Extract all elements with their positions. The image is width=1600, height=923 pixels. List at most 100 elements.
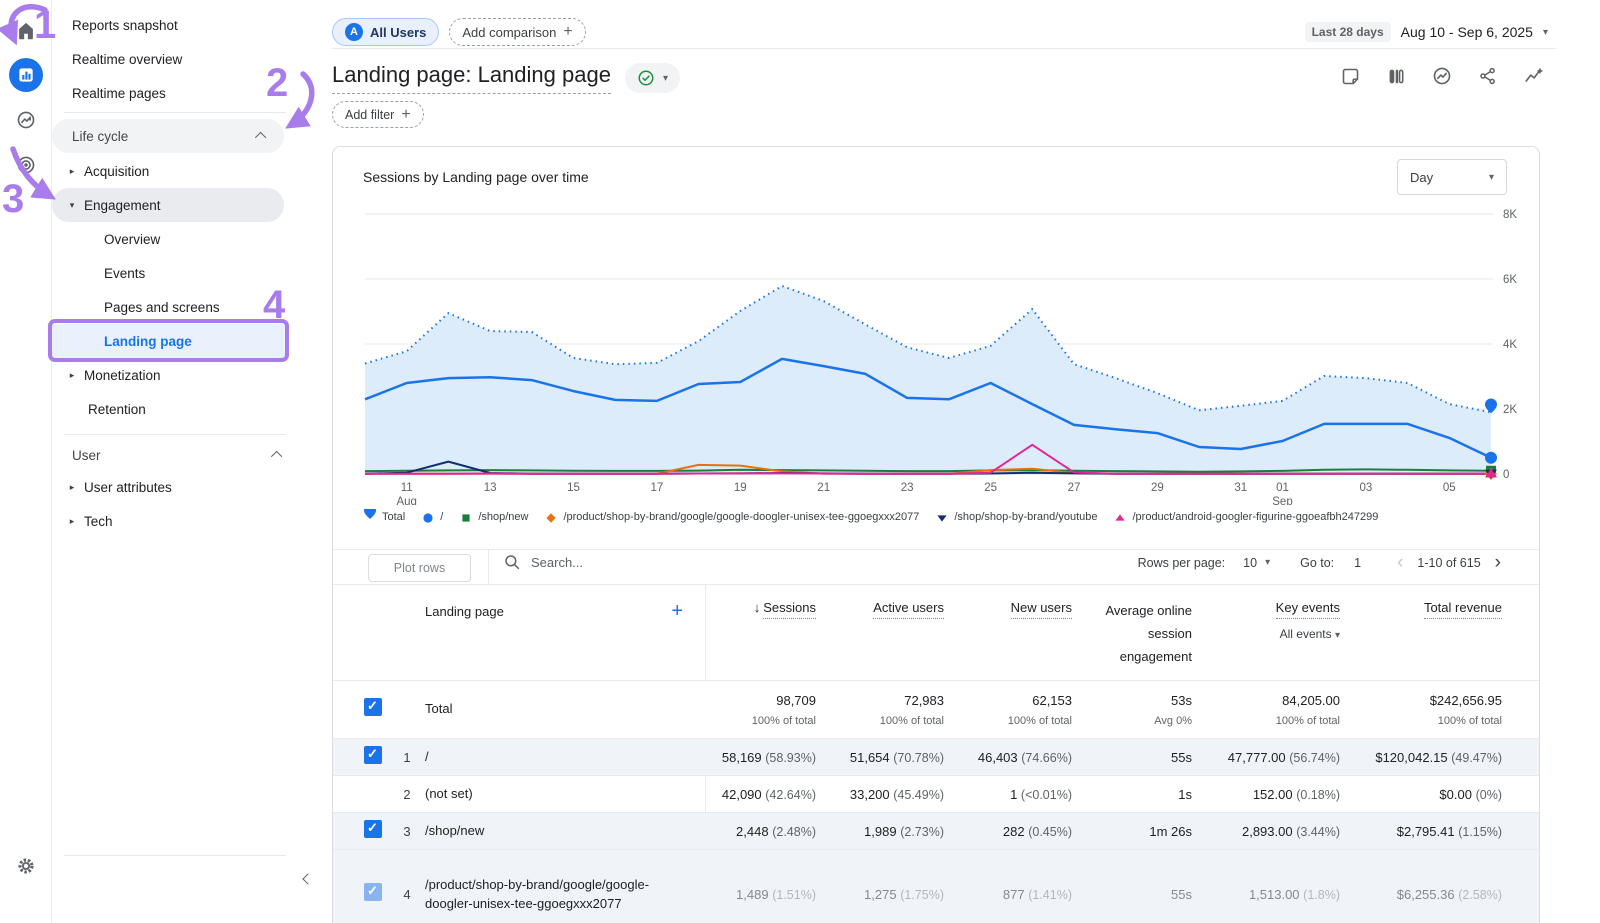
caret-down-icon: ▾ xyxy=(1543,27,1548,38)
date-range-picker[interactable]: Last 28 days Aug 10 - Sep 6, 2025 ▾ xyxy=(1305,22,1548,42)
metric-cell: 1,489 (1.51%) xyxy=(736,887,816,902)
column-header-total-revenue[interactable]: Total revenue xyxy=(1424,600,1502,619)
granularity-value: Day xyxy=(1410,170,1433,185)
home-icon[interactable] xyxy=(9,14,43,48)
divider xyxy=(333,549,1539,550)
sidebar-item-label: Overview xyxy=(104,232,160,247)
prev-page-icon[interactable]: ‹ xyxy=(1391,553,1409,572)
svg-text:23: 23 xyxy=(901,482,914,494)
metric-cell: 1m 26s xyxy=(1149,824,1192,839)
comparison-icon[interactable] xyxy=(1384,64,1408,88)
sidebar-item-pages-and-screens[interactable]: Pages and screens xyxy=(52,290,300,324)
legend-item: /product/android-googler-figurine-ggoeaf… xyxy=(1113,509,1378,525)
legend-item: /product/shop-by-brand/google/google-doo… xyxy=(544,509,919,525)
sidebar-item-landing-page[interactable]: Landing page xyxy=(52,324,288,358)
sidebar-item-reports-snapshot[interactable]: Reports snapshot xyxy=(52,8,300,42)
landing-page-cell: (not set) xyxy=(425,785,705,804)
date-preset-badge: Last 28 days xyxy=(1305,22,1391,42)
sidebar-item-label: User attributes xyxy=(84,480,172,495)
sidebar-item-monetization[interactable]: ▸ Monetization xyxy=(52,358,300,392)
add-dimension-icon[interactable]: + xyxy=(671,600,683,623)
legend-label: /shop/shop-by-brand/youtube xyxy=(954,511,1097,523)
collapse-arrow-icon[interactable]: ▾ xyxy=(64,200,80,211)
insights-icon[interactable] xyxy=(1430,64,1454,88)
goto-page-input[interactable]: 1 xyxy=(1354,556,1361,570)
ga4-landing-page-report: { "icons":{"caret_down":"▾","tri_right":… xyxy=(0,0,1600,923)
sessions-over-time-chart: 02K4K6K8K11Aug1315171921232527293101Sep0… xyxy=(361,205,1531,505)
key-events-filter[interactable]: All events ▾ xyxy=(1276,627,1340,641)
svg-text:6K: 6K xyxy=(1503,274,1517,286)
report-status-button[interactable]: ▾ xyxy=(625,63,680,93)
dimension-header-label[interactable]: Landing page xyxy=(425,604,504,619)
add-filter-button[interactable]: Add filter + xyxy=(332,101,424,128)
sidebar-section-life-cycle[interactable]: Life cycle xyxy=(52,119,284,153)
legend-marker-icon xyxy=(935,509,949,525)
collapse-sidebar-button[interactable] xyxy=(304,870,312,888)
share-icon[interactable] xyxy=(1476,64,1500,88)
explore-report-icon[interactable] xyxy=(1522,64,1546,88)
sidebar-item-user-attributes[interactable]: ▸ User attributes xyxy=(52,470,300,504)
all-users-chip[interactable]: A All Users xyxy=(332,18,439,46)
plot-rows-button[interactable]: Plot rows xyxy=(368,554,471,582)
admin-gear-icon[interactable] xyxy=(9,849,43,883)
legend-label: /shop/new xyxy=(478,511,528,523)
row-checkbox[interactable]: ✓ xyxy=(364,820,382,838)
expand-arrow-icon[interactable]: ▸ xyxy=(64,370,80,381)
chevron-left-icon xyxy=(302,873,313,884)
section-label: User xyxy=(72,448,101,463)
explore-icon[interactable] xyxy=(9,103,43,137)
plus-icon: + xyxy=(401,106,410,124)
svg-text:Sep: Sep xyxy=(1272,496,1292,505)
column-header-key-events[interactable]: Key events xyxy=(1276,600,1340,619)
column-header-avg-engagement[interactable]: Average online session engagement xyxy=(1100,600,1192,668)
chart-title: Sessions by Landing page over time xyxy=(363,169,589,185)
metric-cell: 282 (0.45%) xyxy=(1003,824,1072,839)
sidebar-item-realtime-pages[interactable]: Realtime pages xyxy=(52,76,300,110)
svg-text:21: 21 xyxy=(817,482,830,494)
column-header-sessions[interactable]: Sessions xyxy=(763,600,816,619)
expand-arrow-icon[interactable]: ▸ xyxy=(64,166,80,177)
totals-checkbox[interactable]: ✓ xyxy=(364,698,382,716)
page-title: Landing page: Landing page xyxy=(332,62,611,94)
sidebar-item-retention[interactable]: Retention xyxy=(52,392,300,426)
rows-per-page-value[interactable]: 10 xyxy=(1243,556,1257,570)
totals-label: Total xyxy=(425,700,705,719)
row-checkbox[interactable]: ✓ xyxy=(364,883,382,901)
metric-cell: $2,795.41 (1.15%) xyxy=(1397,824,1502,839)
column-header-active-users[interactable]: Active users xyxy=(873,600,944,619)
expand-arrow-icon[interactable]: ▸ xyxy=(64,516,80,527)
granularity-select[interactable]: Day ▾ xyxy=(1397,159,1507,195)
goto-label: Go to: xyxy=(1300,556,1334,570)
add-comparison-button[interactable]: Add comparison + xyxy=(449,18,585,46)
advertising-icon[interactable] xyxy=(9,148,43,182)
table-row: ✓1/58,169 (58.93%)51,654 (70.78%)46,403 … xyxy=(333,738,1539,775)
sidebar-item-realtime-overview[interactable]: Realtime overview xyxy=(52,42,300,76)
legend-item: /shop/shop-by-brand/youtube xyxy=(935,509,1097,525)
sidebar-item-acquisition[interactable]: ▸ Acquisition xyxy=(52,154,300,188)
svg-text:25: 25 xyxy=(984,482,997,494)
metric-cell: 877 (1.41%) xyxy=(1003,887,1072,902)
next-page-icon[interactable]: › xyxy=(1489,553,1507,572)
sidebar-item-engagement[interactable]: ▾ Engagement xyxy=(52,188,284,222)
caret-down-icon[interactable]: ▾ xyxy=(1265,557,1270,568)
reports-icon[interactable] xyxy=(9,58,43,92)
sidebar-item-overview[interactable]: Overview xyxy=(52,222,300,256)
svg-text:31: 31 xyxy=(1234,482,1247,494)
column-header-new-users[interactable]: New users xyxy=(1011,600,1072,619)
caret-down-icon: ▾ xyxy=(1335,630,1340,641)
sidebar-section-user[interactable]: User xyxy=(52,438,300,472)
select-all-checkbox[interactable] xyxy=(364,600,382,618)
row-checkbox[interactable]: ✓ xyxy=(364,746,382,764)
svg-text:15: 15 xyxy=(567,482,580,494)
comparison-bar: A All Users Add comparison + xyxy=(332,18,586,46)
sidebar-item-tech[interactable]: ▸ Tech xyxy=(52,504,300,538)
search-input[interactable] xyxy=(531,555,751,570)
chevron-up-icon xyxy=(271,451,282,462)
notes-icon[interactable] xyxy=(1338,64,1362,88)
expand-arrow-icon[interactable]: ▸ xyxy=(64,482,80,493)
legend-item: /shop/new xyxy=(459,509,528,525)
metric-cell: $0.00 (0%) xyxy=(1439,787,1502,802)
legend-marker-icon xyxy=(544,509,558,525)
sidebar-item-events[interactable]: Events xyxy=(52,256,300,290)
legend-item: Total xyxy=(363,509,405,525)
